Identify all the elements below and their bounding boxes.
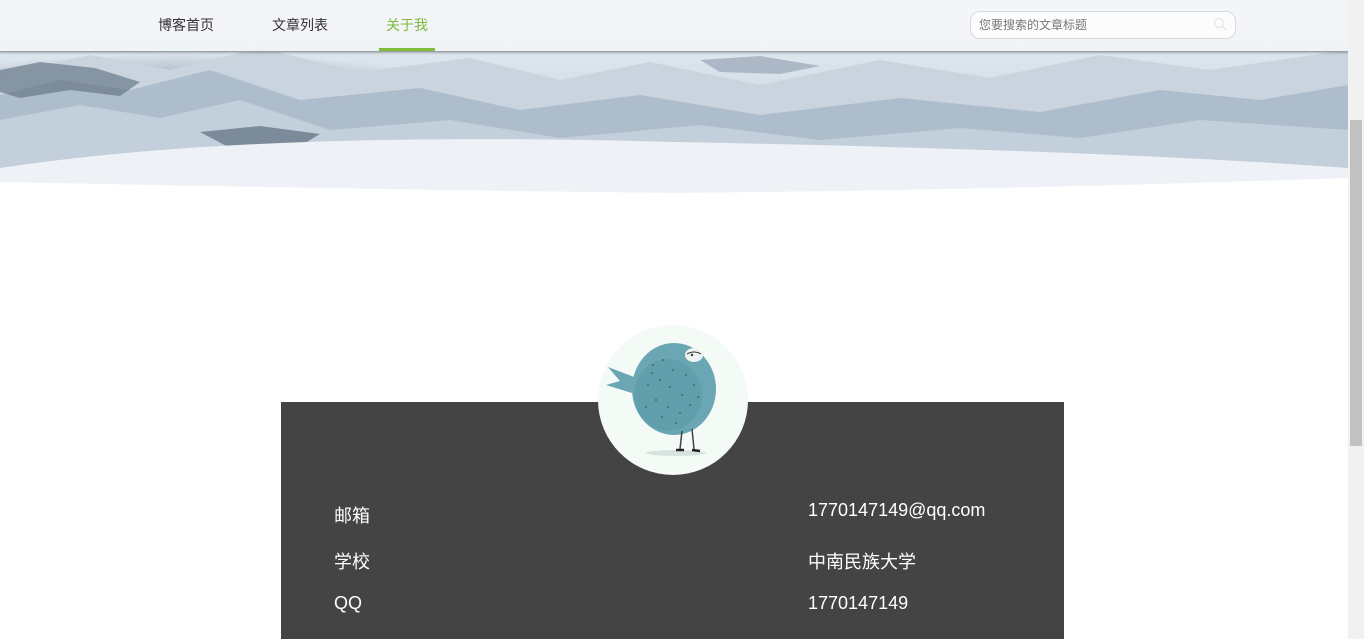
email-value: 1770147149@qq.com [808,500,986,520]
nav-item-about-me[interactable]: 关于我 [379,0,435,51]
scrollbar-thumb[interactable] [1350,120,1362,446]
nav-item-home[interactable]: 博客首页 [158,0,214,51]
nav-item-article-list[interactable]: 文章列表 [272,0,328,51]
qq-label: QQ [334,593,363,613]
school-value: 中南民族大学 [808,552,916,572]
qq-value: 1770147149 [808,593,909,613]
search-input[interactable] [971,12,1209,38]
bird-illustration-icon [606,343,716,456]
email-label: 邮箱 [334,506,370,526]
page-scrollbar[interactable] [1348,0,1364,639]
school-label: 学校 [334,552,370,572]
search-icon[interactable] [1213,17,1227,31]
top-navbar: 博客首页 文章列表 关于我 [0,0,1348,52]
avatar [598,325,748,475]
search-box [970,11,1236,39]
